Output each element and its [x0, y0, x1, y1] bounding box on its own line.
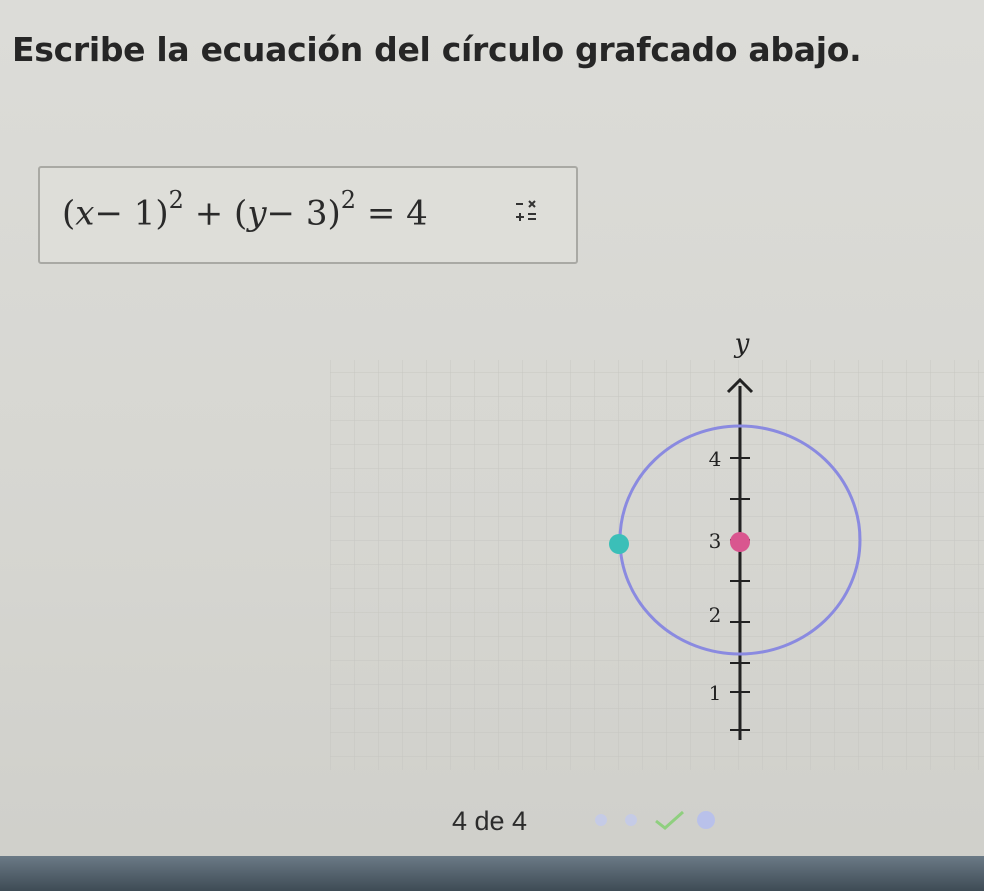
- tick-label-3: 3: [709, 529, 722, 553]
- check-icon[interactable]: [652, 808, 686, 832]
- equation-plus: + (: [183, 193, 248, 234]
- equation-equals-four: = 4: [356, 193, 428, 234]
- center-point[interactable]: [730, 532, 750, 552]
- tick-label-4: 4: [709, 447, 722, 471]
- equation-var-y: y: [247, 193, 267, 234]
- question-title: Escribe la ecuación del círculo grafcado…: [12, 30, 862, 69]
- answer-input-box[interactable]: (x− 1)2 + (y− 3)2 = 4: [38, 166, 578, 264]
- equation-minus-one: − 1): [94, 193, 169, 234]
- tick-label-1: 1: [709, 681, 722, 705]
- progress-text: 4 de 4: [452, 806, 528, 836]
- progress-dot-current[interactable]: [697, 811, 715, 829]
- tick-label-2: 2: [709, 603, 722, 627]
- progress-dot-1[interactable]: [595, 814, 607, 826]
- equation-exponent-2: 2: [340, 186, 357, 214]
- coordinate-graph[interactable]: y 1 2 3 4: [330, 300, 984, 770]
- progress-navigation: 4 de 4: [430, 800, 750, 850]
- footer-bar: [0, 856, 984, 891]
- equation-open-paren: (: [62, 193, 76, 234]
- equation-exponent-1: 2: [168, 186, 184, 214]
- equation-var-x: x: [75, 193, 95, 234]
- math-keyboard-icon[interactable]: [514, 198, 540, 226]
- equation: (x− 1)2 + (y− 3)2 = 4: [62, 186, 428, 234]
- graph-grid: [330, 360, 984, 770]
- y-axis-label: y: [734, 329, 750, 359]
- equation-minus-three: − 3): [266, 193, 341, 234]
- edge-point[interactable]: [609, 534, 629, 554]
- progress-dot-2[interactable]: [625, 814, 637, 826]
